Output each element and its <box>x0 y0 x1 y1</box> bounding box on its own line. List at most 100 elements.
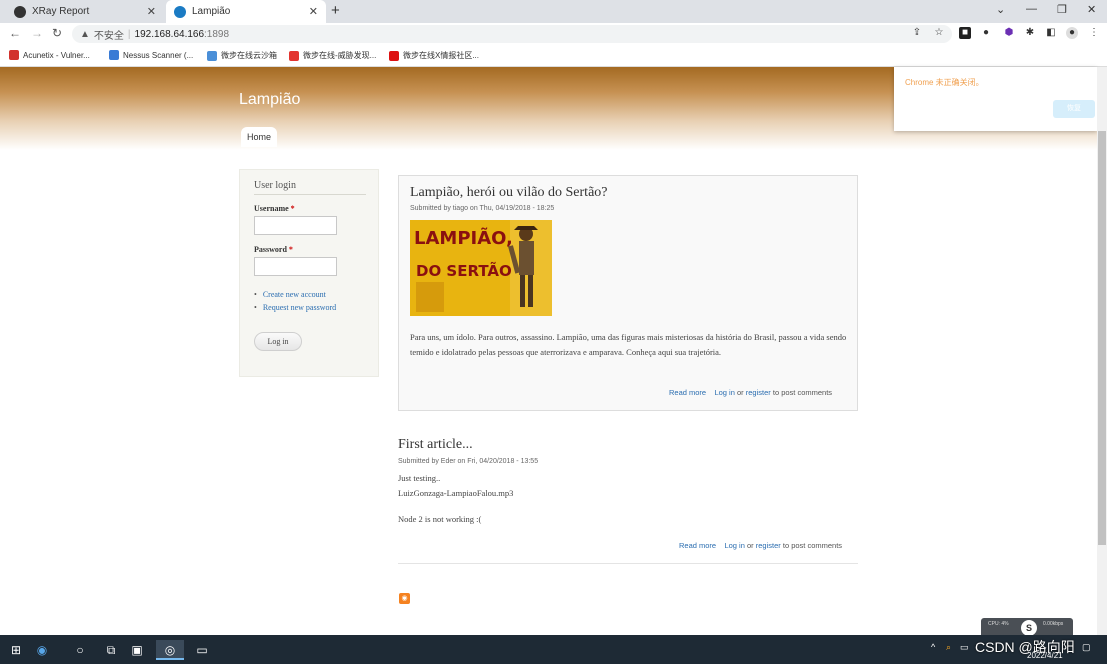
notification-icon[interactable]: ▢ <box>1082 642 1091 653</box>
bookmark-threatbook-tdp[interactable]: 微步在线-威胁发现... <box>289 50 376 61</box>
restore-button[interactable]: 恢复 <box>1053 100 1095 118</box>
nessus-icon <box>109 50 119 60</box>
bookmarks-bar: Acunetix - Vulner... Nessus Scanner (...… <box>0 45 1107 67</box>
close-icon[interactable]: ✕ <box>309 5 318 18</box>
article-title[interactable]: Lampião, herói ou vilão do Sertão? <box>410 185 608 201</box>
side-panel-icon[interactable]: ◧ <box>1045 27 1057 39</box>
user-login-block: User login Username * Password * • Create… <box>239 169 379 377</box>
read-more-link[interactable]: Read more <box>669 388 706 397</box>
register-link[interactable]: register <box>746 388 771 397</box>
bookmark-label: Nessus Scanner (... <box>123 50 194 60</box>
lampiao-poster: LAMPIÃO, DO SERTÃO <box>410 220 552 316</box>
drupal-icon <box>174 5 186 18</box>
new-tab-button[interactable]: + <box>331 2 340 19</box>
read-more-link[interactable]: Read more <box>679 541 716 550</box>
forward-icon[interactable]: → <box>31 26 43 40</box>
article-title[interactable]: First article... <box>398 437 473 453</box>
username-label: Username * <box>254 204 295 213</box>
maximize-button[interactable]: ❐ <box>1057 3 1067 16</box>
nav-home-tab[interactable]: Home <box>241 127 277 147</box>
post-comments-text: to post comments <box>772 388 833 397</box>
tab-title: XRay Report <box>32 6 90 17</box>
extensions-puzzle-icon[interactable]: ✱ <box>1024 27 1036 39</box>
close-icon[interactable]: ✕ <box>147 5 156 18</box>
login-button[interactable]: Log in <box>254 332 302 351</box>
required-mark: * <box>288 245 293 254</box>
rss-feed-icon[interactable]: ◉ <box>399 593 410 604</box>
poster-text-top: LAMPIÃO, <box>414 226 513 249</box>
speed-readout: 0.00kbps <box>1043 621 1064 627</box>
tab-xray-report[interactable]: XRay Report ✕ <box>6 0 164 23</box>
minimize-button[interactable]: — <box>1026 3 1037 15</box>
article-node: First article... Submitted by Eder on Fr… <box>398 435 858 564</box>
address-bar[interactable]: ▲ 不安全 | 192.168.64.166 :1898 <box>72 25 952 43</box>
create-account-link[interactable]: Create new account <box>263 290 326 299</box>
site-name[interactable]: Lampião <box>239 91 300 109</box>
extension-notion-icon[interactable]: ■ <box>959 27 971 39</box>
required-mark: * <box>290 204 295 213</box>
bullet: • <box>254 290 257 299</box>
submitted-info: Submitted by Eder on Fri, 04/20/2018 - 1… <box>398 458 539 465</box>
page-scrollbar[interactable] <box>1097 67 1107 635</box>
tray-chevron-icon[interactable]: ^ <box>931 642 935 652</box>
threatbook-t-icon <box>289 50 299 61</box>
x-icon <box>389 50 399 61</box>
store-icon[interactable]: ▣ <box>127 640 147 660</box>
submitted-info: Submitted by tiago on Thu, 04/19/2018 - … <box>410 205 555 212</box>
search-icon[interactable]: ◉ <box>32 640 52 660</box>
extension-hex-icon[interactable]: ⬢ <box>1003 27 1015 39</box>
bookmark-label: 微步在线云沙箱 <box>221 51 277 60</box>
login-link[interactable]: Log in <box>714 388 734 397</box>
threatbook-icon <box>207 50 217 61</box>
menu-kebab-icon[interactable]: ⋮ <box>1088 27 1100 39</box>
tray-search-icon[interactable]: ⌕ <box>946 642 951 653</box>
taskbar-clock[interactable]: 2022/4/21 <box>1027 651 1063 660</box>
bookmark-star-icon[interactable]: ☆ <box>933 27 945 39</box>
share-icon[interactable]: ⇪ <box>911 27 923 39</box>
page-viewport: Lampião Home User login Username * Passw… <box>0 67 1097 635</box>
tab-search-icon[interactable]: ⌄ <box>996 3 1005 16</box>
url-host: 192.168.64.166 <box>134 28 205 40</box>
bookmark-threatbook-sandbox[interactable]: 微步在线云沙箱 <box>207 50 277 61</box>
article-links: Read more Log in or register to post com… <box>669 388 832 397</box>
chrome-restore-popup: Chrome 未正确关闭。 恢复 <box>894 67 1097 131</box>
tray-monitor-icon[interactable]: ▭ <box>960 642 969 653</box>
article-line: Just testing.. <box>398 473 441 483</box>
username-label-text: Username <box>254 204 289 213</box>
terminal-icon[interactable]: ▭ <box>192 640 212 660</box>
tab-lampiao[interactable]: Lampião ✕ <box>166 0 326 23</box>
bookmark-label: Acunetix - Vulner... <box>23 50 90 60</box>
scroll-thumb[interactable] <box>1098 131 1106 545</box>
tab-title: Lampião <box>192 6 231 17</box>
windows-start-icon[interactable]: ⊞ <box>6 640 26 660</box>
back-icon[interactable]: ← <box>9 26 21 40</box>
bookmark-nessus[interactable]: Nessus Scanner (... <box>109 50 193 60</box>
password-label-text: Password <box>254 245 287 254</box>
password-input[interactable] <box>254 257 337 276</box>
close-window-button[interactable]: ✕ <box>1087 3 1096 16</box>
or-text: or <box>736 388 744 397</box>
bookmark-threatbook-x[interactable]: 微步在线X情报社区... <box>389 50 479 61</box>
bookmark-label: 微步在线-威胁发现... <box>303 51 377 60</box>
profile-avatar-icon[interactable]: ● <box>1066 27 1078 39</box>
task-view-icon[interactable]: ⧉ <box>101 640 121 660</box>
bullet: • <box>254 303 257 312</box>
browser-toolbar: ← → ↻ ▲ 不安全 | 192.168.64.166 :1898 ⇪ ☆ ■… <box>0 23 1107 45</box>
article-image: LAMPIÃO, DO SERTÃO <box>410 220 552 316</box>
article-links: Read more Log in or register to post com… <box>679 541 842 550</box>
article-teaser: Para uns, um ídolo. Para outros, assassi… <box>410 332 847 357</box>
post-comments-text: to post comments <box>782 541 843 550</box>
reload-icon[interactable]: ↻ <box>52 26 62 40</box>
username-input[interactable] <box>254 216 337 235</box>
article-line: LuizGonzaga-LampiaoFalou.mp3 <box>398 488 514 498</box>
extension-circle-icon[interactable]: ● <box>980 27 992 39</box>
bookmark-acunetix[interactable]: Acunetix - Vulner... <box>9 50 90 60</box>
widget-badge: S <box>1021 620 1037 636</box>
register-link[interactable]: register <box>756 541 781 550</box>
login-link[interactable]: Log in <box>724 541 744 550</box>
chrome-taskbar-icon[interactable]: ◎ <box>156 640 184 660</box>
request-password-link[interactable]: Request new password <box>263 303 336 312</box>
windows-taskbar: ⊞ ◉ ○ ⧉ ▣ ◎ ▭ ^ ⌕ ▭ ▢ <box>0 635 1107 664</box>
cpu-readout: CPU: 4% <box>988 621 1009 627</box>
cortana-icon[interactable]: ○ <box>70 640 90 660</box>
